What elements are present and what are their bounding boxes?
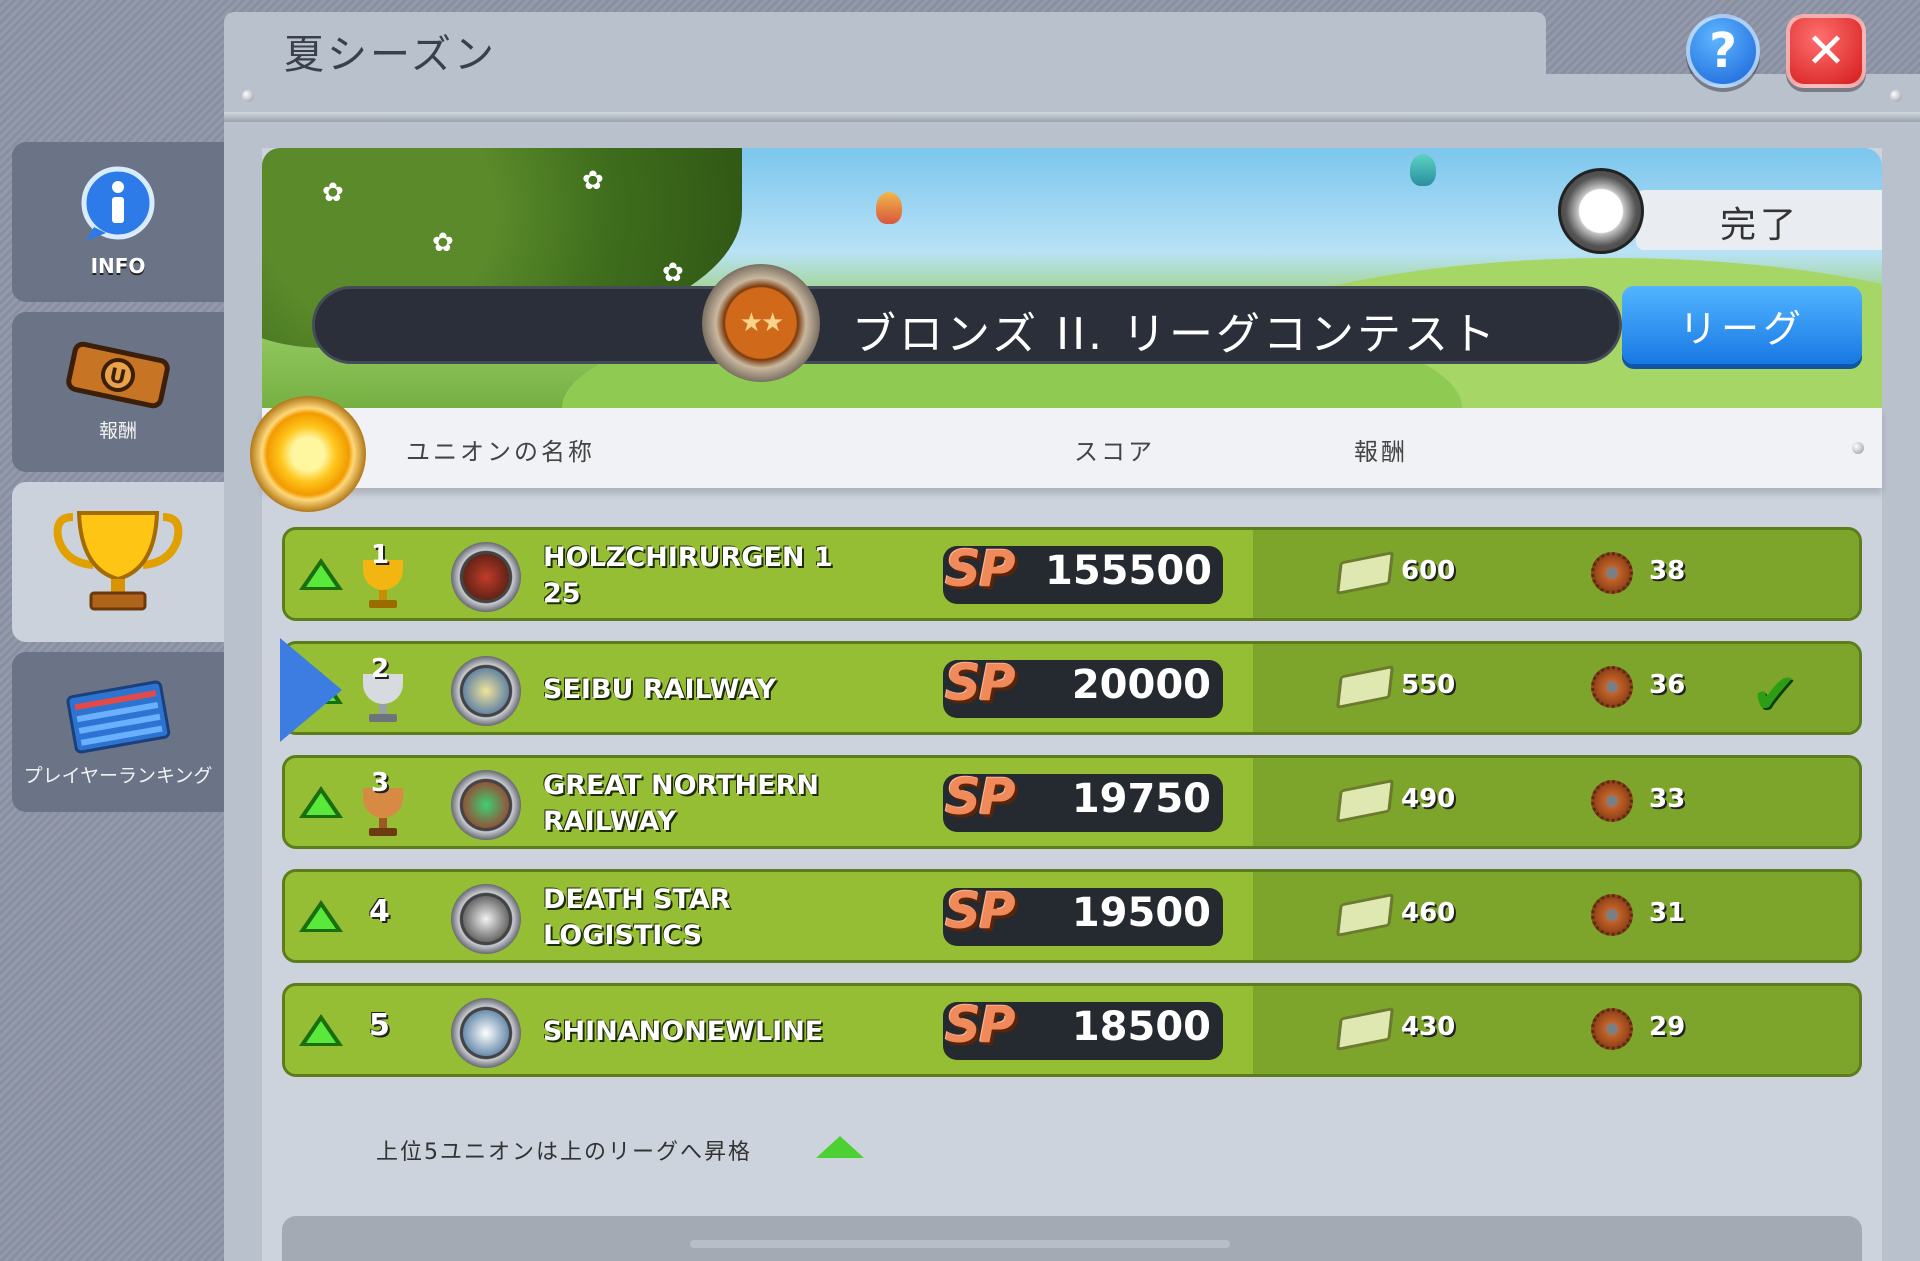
gear-reward: 31 — [1649, 898, 1686, 928]
score-value: 155500 — [1045, 548, 1212, 594]
table-row-own-union[interactable]: 2 SEIBU RAILWAY SP 20000 550 36 ✔ — [282, 641, 1862, 735]
union-name: DEATH STAR LOGISTICS — [543, 884, 731, 951]
promotion-arrow-icon — [299, 786, 343, 818]
union-emblem-icon — [451, 770, 521, 840]
balloon-decoration — [876, 192, 902, 224]
help-icon: ? — [1709, 23, 1737, 79]
league-button[interactable]: リーグ — [1622, 286, 1862, 364]
union-emblem-icon — [451, 884, 521, 954]
ranking-board-icon — [66, 680, 171, 754]
gold-trophy-icon: 1 — [353, 540, 413, 610]
sidebar-item-label: プレイヤーランキング — [23, 765, 213, 787]
score-value: 19750 — [1071, 776, 1211, 822]
column-header-score: スコア — [1074, 438, 1155, 466]
silver-trophy-icon: 2 — [353, 654, 413, 724]
sidebar-item-league[interactable] — [12, 482, 224, 642]
gear-reward: 29 — [1649, 1012, 1686, 1042]
union-name: SEIBU RAILWAY — [543, 674, 777, 705]
rank-number: 3 — [371, 768, 390, 798]
table-row[interactable]: 4 DEATH STAR LOGISTICS SP 19500 460 31 — [282, 869, 1862, 963]
column-header-name: ユニオンの名称 — [406, 438, 595, 466]
own-union-marker — [280, 638, 342, 742]
bronze-trophy-icon: 3 — [353, 768, 413, 838]
cash-reward: 600 — [1401, 556, 1456, 586]
union-name: HOLZCHIRURGEN 1 25 — [543, 542, 833, 609]
flower-decoration: ✿ — [322, 178, 344, 208]
rank-number: 4 — [369, 894, 390, 929]
ticket-icon: U — [66, 341, 170, 409]
sidebar-item-player-ranking[interactable]: プレイヤーランキング — [12, 652, 224, 812]
column-header: ユニオンの名称 スコア 報酬 — [262, 408, 1882, 488]
gear-reward: 33 — [1649, 784, 1686, 814]
union-name: SHINANONEWLINE — [543, 1016, 824, 1047]
rank-number: 5 — [369, 1008, 390, 1043]
cash-reward: 460 — [1401, 898, 1456, 928]
score-value: 18500 — [1071, 1004, 1211, 1050]
timer-label: 完了 — [1720, 205, 1801, 246]
flower-decoration: ✿ — [582, 166, 604, 196]
sidebar-item-label: 報酬 — [98, 420, 137, 442]
scrollbar[interactable] — [690, 1240, 1230, 1248]
flower-decoration: ✿ — [432, 228, 454, 258]
sp-icon: SP — [945, 882, 1016, 940]
close-icon: ✕ — [1805, 23, 1847, 79]
table-row[interactable]: 3 GREAT NORTHERN RAILWAY SP 19750 490 33 — [282, 755, 1862, 849]
promotion-arrow-icon — [299, 558, 343, 590]
promotion-arrow-icon — [299, 1014, 343, 1046]
gear-icon — [1591, 666, 1633, 708]
sidebar-item-label: INFO — [90, 254, 146, 278]
bronze-medal-icon: ★★ — [702, 264, 820, 382]
help-button[interactable]: ? — [1686, 14, 1760, 88]
page-title: 夏シーズン — [284, 32, 497, 78]
league-banner: ✿ ✿ ✿ ✿ ✿ — [262, 148, 1882, 408]
sp-icon: SP — [945, 768, 1016, 826]
gear-icon — [1591, 894, 1633, 936]
checkmark-icon: ✔ — [1751, 662, 1798, 727]
rivet — [242, 90, 254, 102]
info-icon — [81, 166, 155, 241]
trophy-icon — [53, 511, 183, 611]
union-emblem-icon — [451, 542, 521, 612]
rivet — [1852, 442, 1864, 454]
table-row[interactable]: 1 HOLZCHIRURGEN 1 25 SP 155500 600 38 — [282, 527, 1862, 621]
promotion-arrow-icon — [816, 1136, 864, 1158]
union-emblem-icon — [451, 656, 521, 726]
gear-reward: 36 — [1649, 670, 1686, 700]
panel-shelf — [224, 112, 1920, 122]
promotion-note: 上位5ユニオンは上のリーグへ昇格 — [376, 1140, 752, 1165]
union-emblem-icon — [451, 998, 521, 1068]
close-button[interactable]: ✕ — [1786, 14, 1866, 88]
gear-icon — [1591, 552, 1633, 594]
sidebar-item-info[interactable]: INFO — [12, 142, 224, 302]
gear-reward: 38 — [1649, 556, 1686, 586]
sidebar-item-rewards[interactable]: U 報酬 — [12, 312, 224, 472]
league-title: ブロンズ II. リーグコンテスト — [852, 309, 1499, 360]
table-row-partial — [282, 1216, 1862, 1261]
sp-icon: SP — [945, 654, 1016, 712]
rank-number: 1 — [371, 540, 390, 570]
cash-reward: 430 — [1401, 1012, 1456, 1042]
gear-icon — [1591, 780, 1633, 822]
union-name: GREAT NORTHERN RAILWAY — [543, 770, 819, 837]
score-value: 20000 — [1071, 662, 1211, 708]
rank-number: 2 — [371, 654, 390, 684]
promotion-arrow-icon — [299, 900, 343, 932]
stopwatch-icon — [1558, 168, 1644, 254]
sun-season-icon — [250, 396, 366, 512]
cash-reward: 550 — [1401, 670, 1456, 700]
flower-decoration: ✿ — [662, 258, 684, 288]
rivet — [1890, 90, 1902, 102]
sp-icon: SP — [945, 996, 1016, 1054]
table-row[interactable]: 5 SHINANONEWLINE SP 18500 430 29 — [282, 983, 1862, 1077]
balloon-decoration — [1410, 154, 1436, 186]
medal-stars: ★★ — [739, 308, 785, 338]
column-header-reward: 報酬 — [1354, 438, 1408, 466]
gear-icon — [1591, 1008, 1633, 1050]
score-value: 19500 — [1071, 890, 1211, 936]
sp-icon: SP — [945, 540, 1016, 598]
cash-reward: 490 — [1401, 784, 1456, 814]
